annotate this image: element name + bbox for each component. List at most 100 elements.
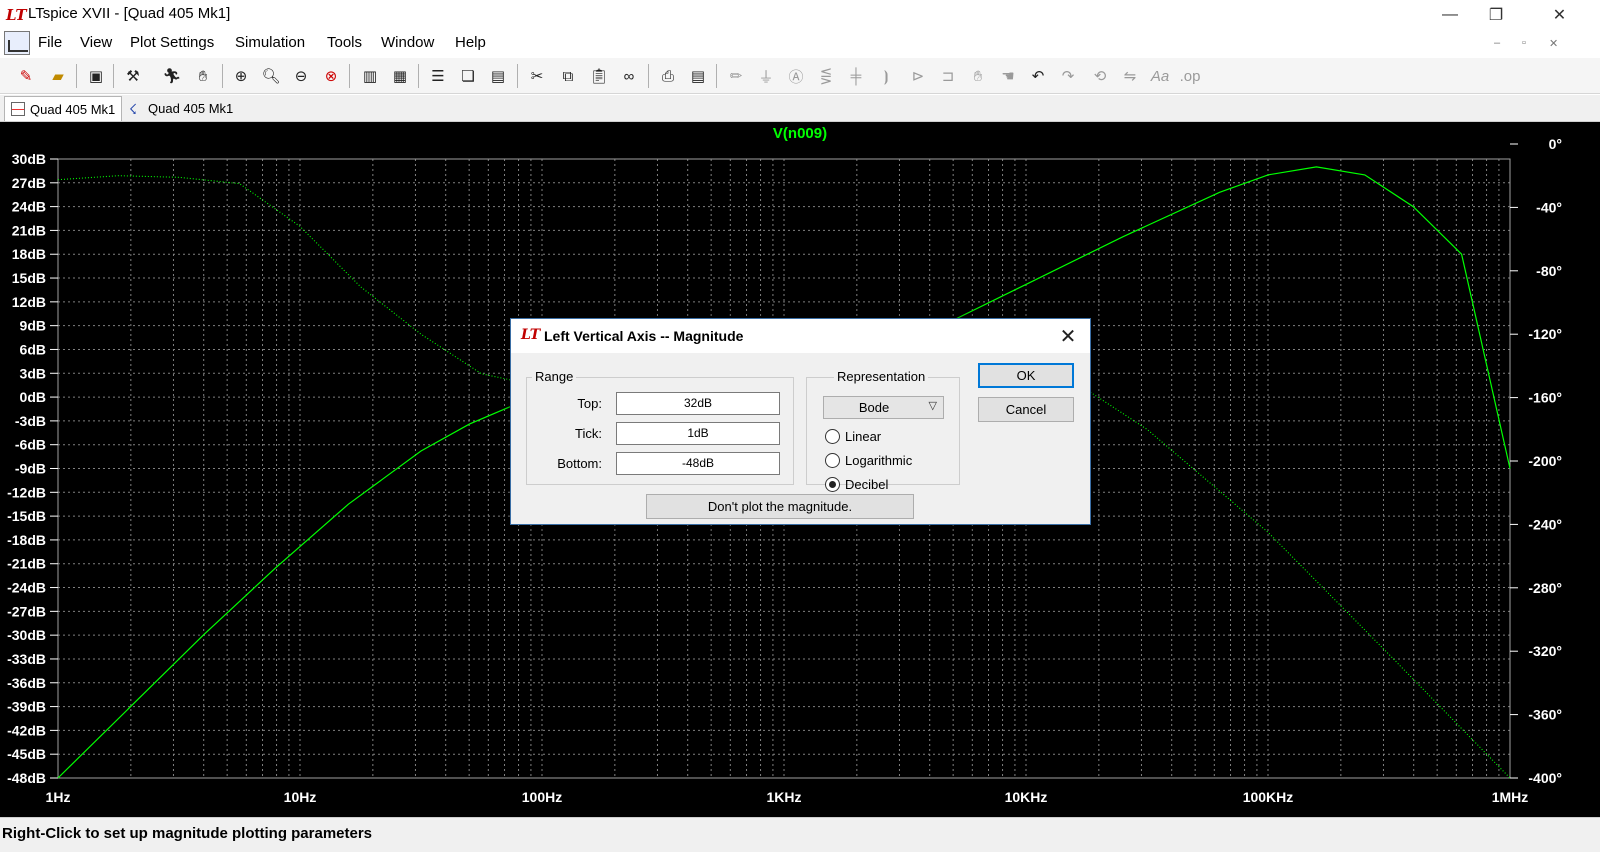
wire-icon[interactable]: ✏ <box>724 64 748 88</box>
left-axis-tick-label: 24dB <box>12 199 46 215</box>
tile-horizontal-icon[interactable]: ☰ <box>426 64 450 88</box>
radio-linear-circle[interactable] <box>825 428 840 444</box>
radio-logarithmic-label: Logarithmic <box>845 452 913 468</box>
right-axis-tick-label: -240° <box>1528 516 1562 532</box>
bottom-field[interactable]: -48dB <box>616 452 780 475</box>
mirror-icon[interactable]: ⇋ <box>1118 64 1142 88</box>
cursor-icon[interactable]: ▦ <box>388 64 412 88</box>
zoom-in-icon[interactable]: 🔍︎ <box>259 64 283 88</box>
find-icon[interactable]: ∞ <box>617 64 641 88</box>
representation-select[interactable]: Bode ▽ <box>823 396 944 419</box>
diode-icon[interactable]: ⊳ <box>906 64 930 88</box>
left-axis-tick-label: -45dB <box>7 746 46 762</box>
menu-window[interactable]: Window <box>381 34 434 51</box>
radio-decibel-label: Decibel <box>845 476 889 492</box>
tick-label: Tick: <box>575 426 602 441</box>
redo-icon[interactable]: ↷ <box>1056 64 1080 88</box>
toolbar-separator <box>349 64 350 88</box>
radio-decibel-circle[interactable] <box>825 476 840 492</box>
menu-bar: File View Plot Settings Simulation Tools… <box>0 30 1600 58</box>
tick-field[interactable]: 1dB <box>616 422 780 445</box>
zoom-fit-icon[interactable]: ⊗ <box>319 64 343 88</box>
zoom-area-icon[interactable]: ⊕ <box>229 64 253 88</box>
top-field[interactable]: 32dB <box>616 392 780 415</box>
left-axis-tick-label: 27dB <box>12 175 46 191</box>
toolbar-separator <box>222 64 223 88</box>
zoom-out-icon[interactable]: ⊖ <box>289 64 313 88</box>
right-axis-tick-label: -40° <box>1536 199 1562 215</box>
dont-plot-magnitude-button[interactable]: Don't plot the magnitude. <box>646 494 914 519</box>
left-axis-tick-label: 0dB <box>20 389 46 405</box>
mdi-restore-button[interactable]: ▫ <box>1522 37 1526 49</box>
inductor-icon[interactable]: ⦘ <box>874 64 898 88</box>
mdi-minimize-button[interactable]: ‒ <box>1494 37 1500 49</box>
minimize-button[interactable]: — <box>1427 0 1473 30</box>
ground-icon[interactable]: ⏚ <box>754 64 778 88</box>
autorange-icon[interactable]: ▥ <box>358 64 382 88</box>
tab-waveform[interactable]: Quad 405 Mk1 <box>4 96 123 121</box>
menu-help[interactable]: Help <box>455 34 486 51</box>
move-icon[interactable]: ✋︎ <box>966 64 990 88</box>
left-axis-tick-label: -9dB <box>15 461 46 477</box>
left-axis-tick-label: -30dB <box>7 627 46 643</box>
new-schematic-icon[interactable]: ✎ <box>14 64 38 88</box>
x-axis-tick-label: 100Hz <box>522 789 562 805</box>
window-title: LTspice XVII - [Quad 405 Mk1] <box>28 5 231 22</box>
capacitor-icon[interactable]: ╪ <box>844 64 868 88</box>
app-logo-icon: LT <box>6 6 27 24</box>
left-axis-tick-label: -12dB <box>7 484 46 500</box>
paste-icon[interactable]: 📋︎ <box>587 64 611 88</box>
run-icon[interactable]: 🏃︎ <box>160 64 184 88</box>
left-axis-tick-label: -33dB <box>7 651 46 667</box>
dialog-close-button[interactable]: ✕ <box>1049 322 1087 350</box>
close-window-button[interactable]: ✕ <box>1519 0 1600 30</box>
toolbar-separator <box>716 64 717 88</box>
menu-tools[interactable]: Tools <box>327 34 362 51</box>
right-axis-tick-label: -200° <box>1528 453 1562 469</box>
copy-icon[interactable]: ⧉ <box>556 64 580 88</box>
resistor-icon[interactable]: ⋚ <box>814 64 838 88</box>
pan-hand-icon[interactable]: ✋︎ <box>191 64 215 88</box>
left-axis-tick-label: 30dB <box>12 151 46 167</box>
radio-logarithmic-circle[interactable] <box>825 452 840 468</box>
left-axis-tick-label: 3dB <box>20 365 46 381</box>
x-axis-tick-label: 1KHz <box>766 789 801 805</box>
menu-plot-settings[interactable]: Plot Settings <box>130 34 214 51</box>
control-panel-icon[interactable]: ⚒ <box>121 64 145 88</box>
left-axis-tick-label: 9dB <box>20 318 46 334</box>
cascade-icon[interactable]: ❏ <box>456 64 480 88</box>
tab-schematic[interactable]: ☇ Quad 405 Mk1 <box>123 96 239 121</box>
status-bar: Right-Click to set up magnitude plotting… <box>0 817 1600 852</box>
ok-button[interactable]: OK <box>978 363 1074 388</box>
menu-file[interactable]: File <box>38 34 62 51</box>
radio-decibel[interactable]: Decibel <box>825 475 888 493</box>
x-axis-tick-label: 1MHz <box>1492 789 1529 805</box>
label-net-icon[interactable]: Ⓐ <box>784 64 808 88</box>
cut-icon[interactable]: ✂ <box>525 64 549 88</box>
text-icon[interactable]: Aa <box>1148 64 1172 88</box>
print-icon[interactable]: ⎙ <box>656 64 680 88</box>
left-axis-tick-label: -48dB <box>7 770 46 786</box>
radio-linear[interactable]: Linear <box>825 427 881 445</box>
trace-label[interactable]: V(n009) <box>773 125 827 142</box>
right-axis-tick-label: -320° <box>1528 643 1562 659</box>
document-system-menu-icon[interactable] <box>4 31 30 55</box>
left-axis-tick-label: -36dB <box>7 675 46 691</box>
undo-icon[interactable]: ↶ <box>1026 64 1050 88</box>
open-icon[interactable]: ▰ <box>46 64 70 88</box>
tab-label: Quad 405 Mk1 <box>148 101 234 116</box>
radio-logarithmic[interactable]: Logarithmic <box>825 451 912 469</box>
menu-view[interactable]: View <box>80 34 112 51</box>
drag-icon[interactable]: ☚ <box>996 64 1020 88</box>
menu-simulation[interactable]: Simulation <box>235 34 305 51</box>
print-setup-icon[interactable]: ▤ <box>686 64 710 88</box>
component-icon[interactable]: ⊐ <box>936 64 960 88</box>
cancel-button[interactable]: Cancel <box>978 397 1074 422</box>
rotate-icon[interactable]: ⟲ <box>1088 64 1112 88</box>
save-icon[interactable]: ▣ <box>84 64 108 88</box>
spice-directive-icon[interactable]: .op <box>1178 64 1202 88</box>
right-axis-tick-label: -120° <box>1528 326 1562 342</box>
restore-button[interactable]: ❐ <box>1473 0 1519 30</box>
mdi-close-button[interactable]: ✕ <box>1549 37 1558 50</box>
tile-vertical-icon[interactable]: ▤ <box>486 64 510 88</box>
